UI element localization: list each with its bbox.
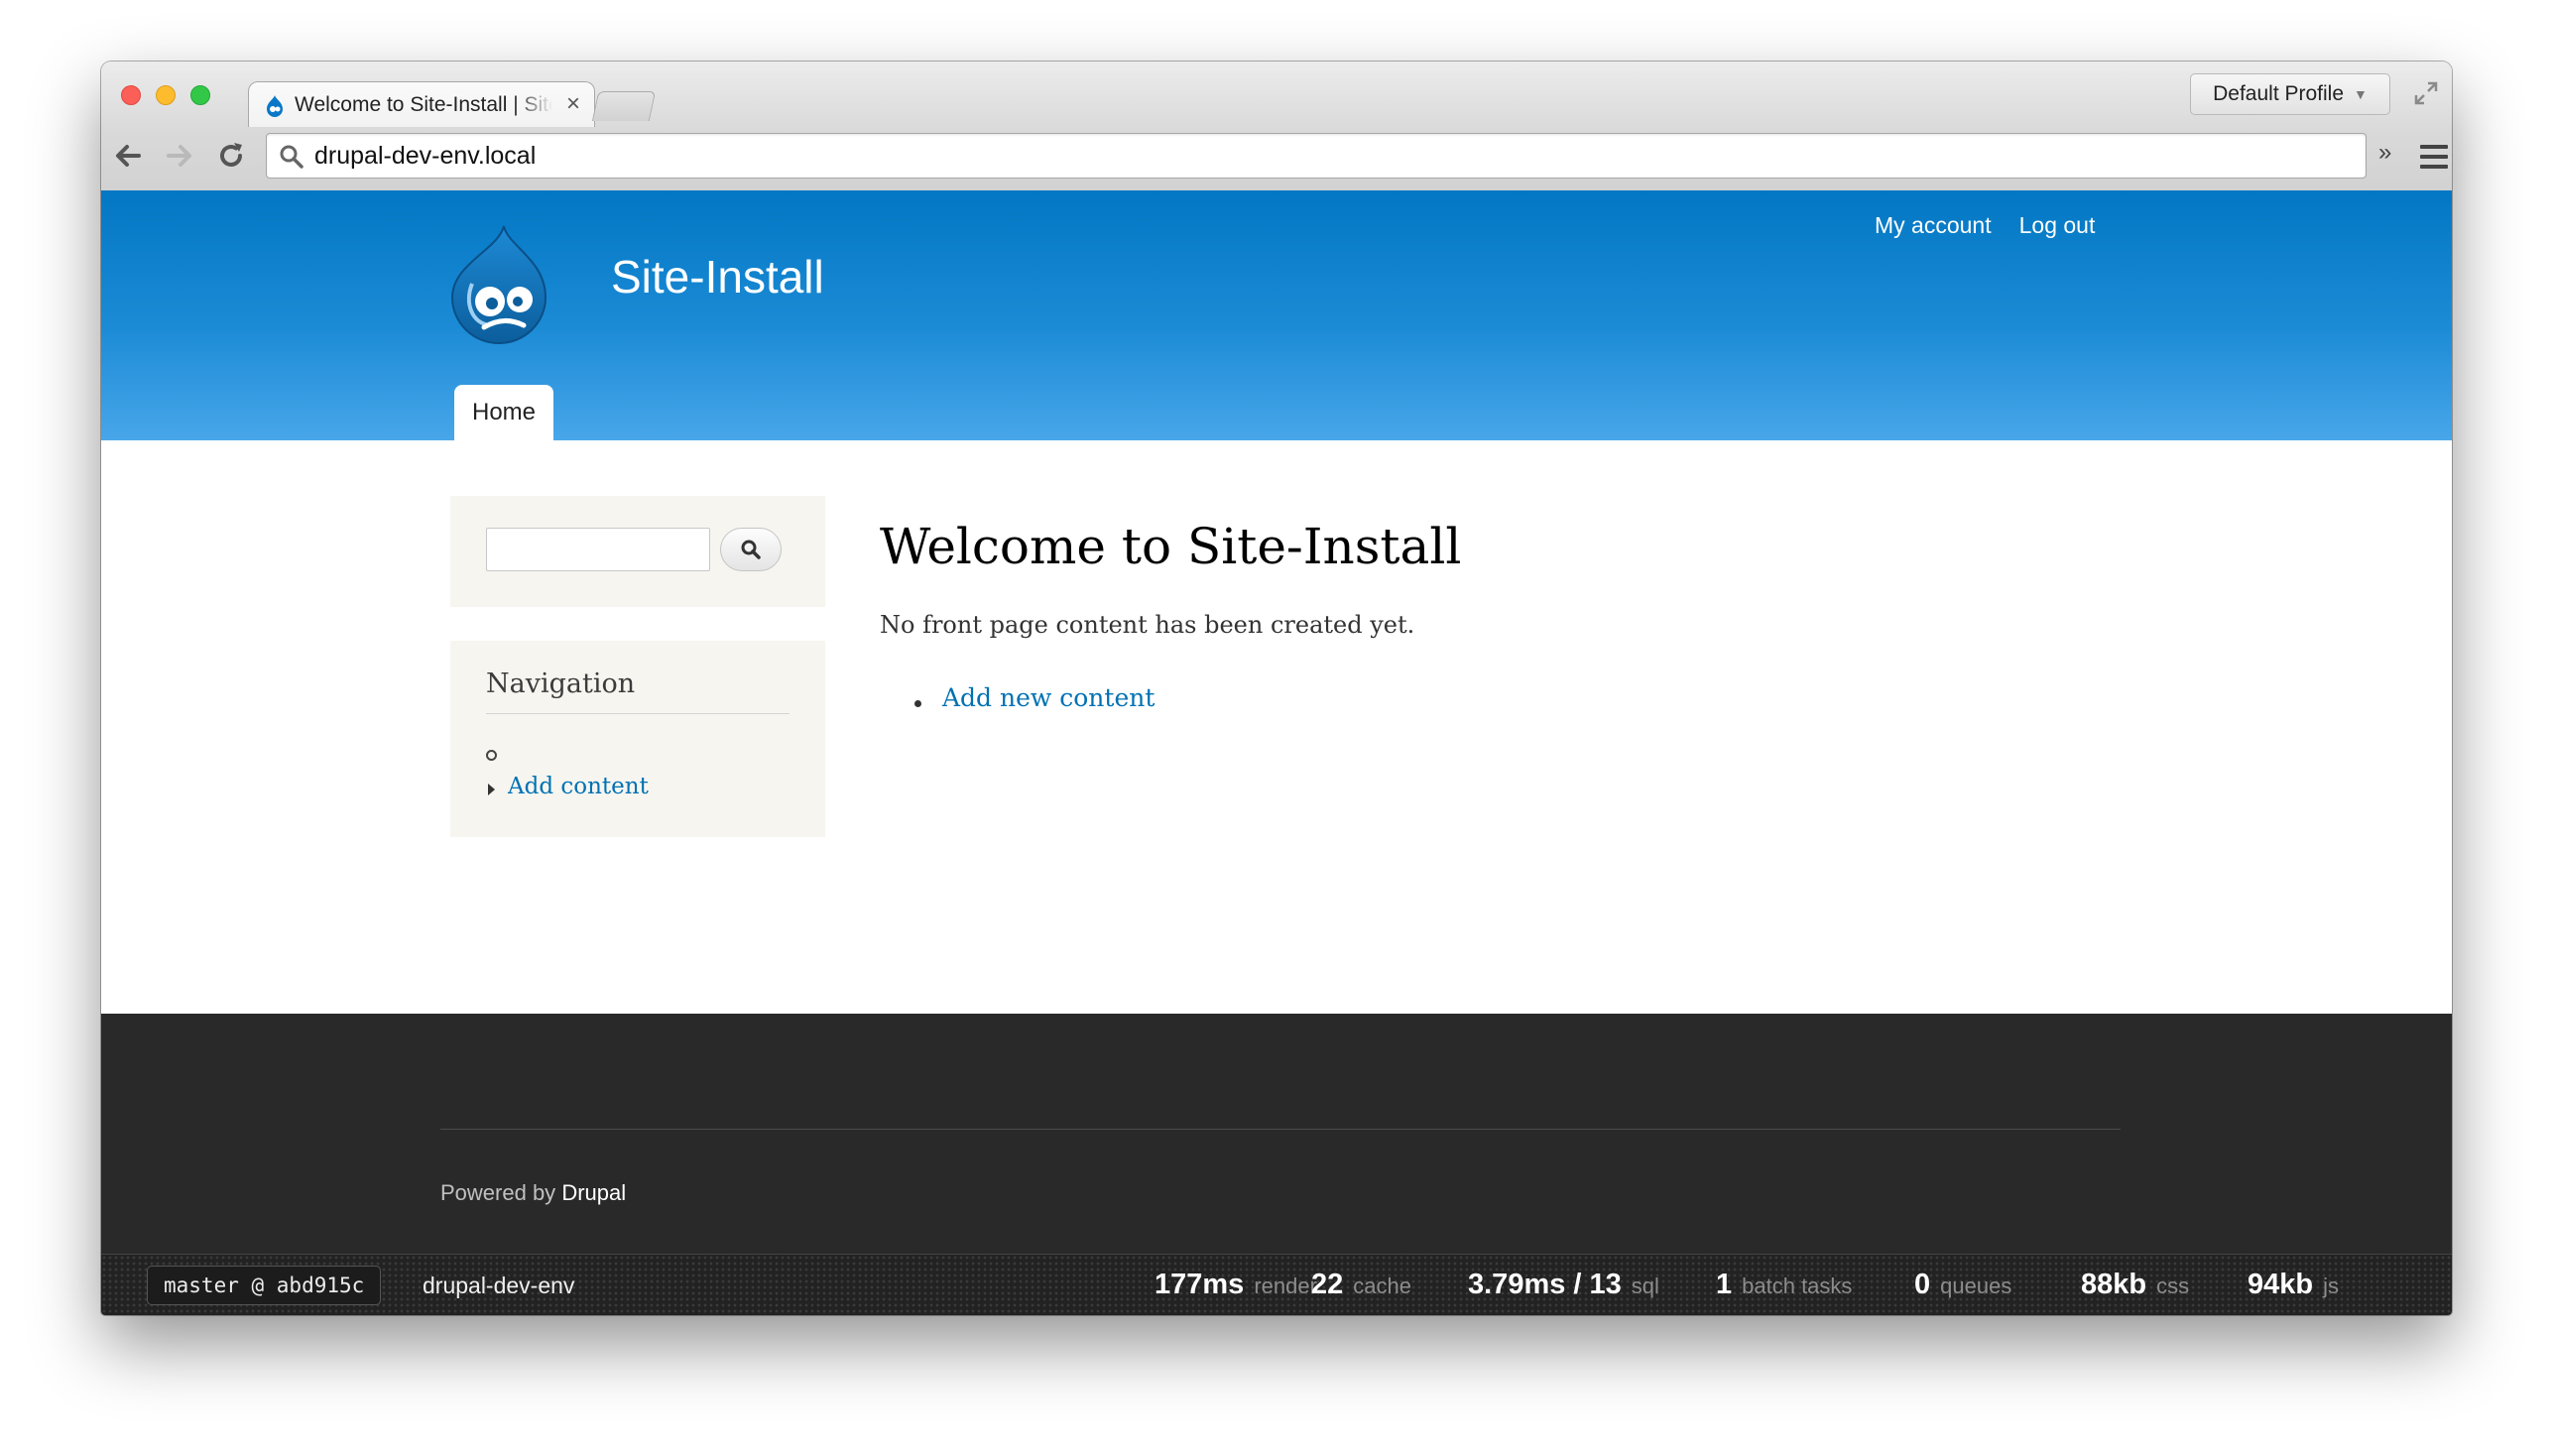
my-account-link[interactable]: My account: [1875, 212, 1992, 239]
new-tab-button[interactable]: [591, 91, 657, 121]
site-name[interactable]: Site-Install: [611, 250, 824, 303]
minimize-window-button[interactable]: [156, 85, 176, 105]
browser-toolbar: Welcome to Site-Install | Site-Install ×…: [101, 61, 2452, 191]
fullscreen-icon[interactable]: [2412, 79, 2440, 107]
page-title: Welcome to Site-Install: [880, 518, 1462, 575]
address-url: drupal-dev-env.local: [314, 142, 537, 170]
stat-js: 94kb js: [2248, 1269, 2339, 1300]
search-input[interactable]: [486, 528, 710, 571]
browser-tab-active[interactable]: Welcome to Site-Install | Site-Install ×: [248, 81, 595, 127]
powered-by-prefix: Powered by: [440, 1180, 556, 1205]
back-arrow-icon[interactable]: [111, 139, 145, 173]
address-bar[interactable]: drupal-dev-env.local: [266, 133, 2367, 179]
site-header: Site-Install My account Log out Home: [101, 190, 2452, 440]
powered-by-text: Powered by Drupal: [440, 1180, 626, 1206]
search-block: [450, 496, 825, 607]
empty-front-page-message: No front page content has been created y…: [880, 611, 1415, 639]
site-footer: Powered by Drupal: [101, 1014, 2452, 1254]
profile-menu-button[interactable]: Default Profile ▼: [2190, 73, 2390, 115]
list-bullet: [914, 700, 921, 707]
drupal-favicon-icon: [267, 95, 283, 117]
forward-arrow-icon[interactable]: [163, 139, 196, 173]
tab-close-icon[interactable]: ×: [566, 90, 580, 118]
stat-sql: 3.79ms / 13 sql: [1468, 1269, 1659, 1300]
zoom-window-button[interactable]: [190, 85, 210, 105]
navigation-block: Navigation Add content: [450, 641, 825, 837]
close-window-button[interactable]: [121, 85, 141, 105]
magnifier-icon: [741, 540, 761, 559]
stat-render: 177ms render: [1155, 1269, 1317, 1300]
drupal-logo-icon[interactable]: [446, 224, 551, 345]
secondary-menu: My account Log out: [1875, 212, 2095, 239]
developer-toolbar: master @ abd915c drupal-dev-env 177ms ren…: [101, 1254, 2452, 1315]
search-button[interactable]: [720, 528, 782, 571]
web-page: Site-Install My account Log out Home Nav…: [101, 190, 2452, 1315]
triangle-right-icon: [488, 784, 495, 795]
profile-label: Default Profile: [2213, 82, 2345, 105]
stat-batch-tasks: 1 batch tasks: [1716, 1269, 1853, 1300]
empty-list-bullet: [486, 750, 497, 761]
search-icon: [280, 145, 304, 169]
add-new-content-link[interactable]: Add new content: [942, 683, 1155, 712]
main-menu-home-tab[interactable]: Home: [454, 385, 553, 440]
more-extensions-button[interactable]: »: [2378, 139, 2391, 167]
content-area: Navigation Add content Welcome to Site-I…: [101, 440, 2452, 1014]
hamburger-menu-icon[interactable]: [2420, 145, 2448, 169]
git-branch-badge: master @ abd915c: [147, 1266, 382, 1305]
add-content-link[interactable]: Add content: [508, 774, 649, 799]
chevron-down-icon: ▼: [2354, 86, 2368, 102]
reload-icon[interactable]: [214, 139, 248, 173]
tab-title: Welcome to Site-Install | Site-Install: [295, 93, 552, 116]
stat-cache: 22 cache: [1311, 1269, 1411, 1300]
log-out-link[interactable]: Log out: [2019, 212, 2096, 239]
environment-name: drupal-dev-env: [423, 1273, 575, 1298]
footer-divider: [440, 1129, 2121, 1130]
browser-window: Welcome to Site-Install | Site-Install ×…: [101, 61, 2452, 1315]
navigation-title: Navigation: [486, 668, 790, 714]
stat-queues: 0 queues: [1914, 1269, 2012, 1300]
stat-css: 88kb css: [2081, 1269, 2190, 1300]
drupal-link[interactable]: Drupal: [561, 1180, 626, 1205]
